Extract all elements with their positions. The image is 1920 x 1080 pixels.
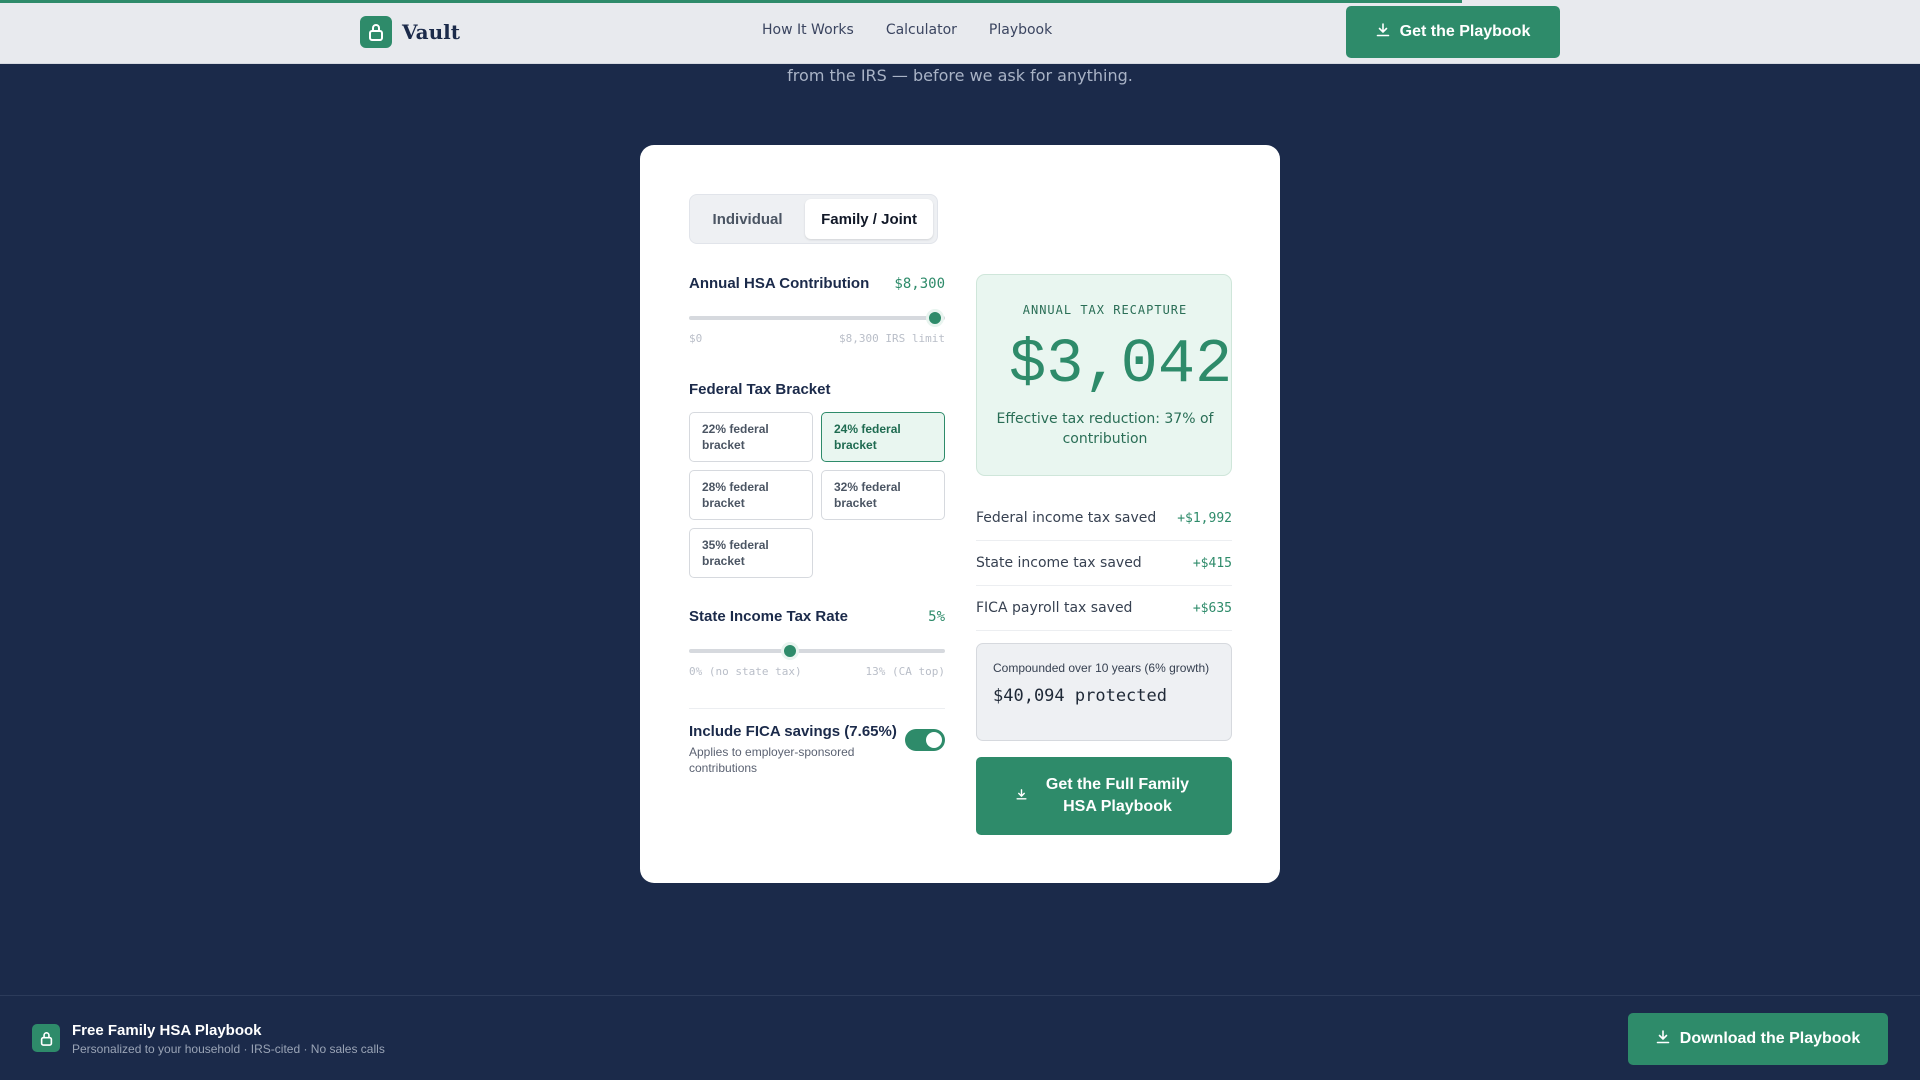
state-tax-scale: 0% (no state tax) 13% (CA top) bbox=[689, 665, 945, 678]
calculator-card: Individual Family / Joint Annual HSA Con… bbox=[640, 145, 1280, 883]
breakdown-fica-label: FICA payroll tax saved bbox=[976, 600, 1133, 616]
result-kicker: ANNUAL TAX RECAPTURE bbox=[1022, 303, 1188, 317]
result-note: Effective tax reduction: 37% of contribu… bbox=[996, 411, 1214, 447]
bracket-options: 22% federal bracket 24% federal bracket … bbox=[689, 412, 945, 578]
brand-name: Vault bbox=[402, 20, 461, 44]
top-header: Vault How It Works Calculator Playbook G… bbox=[0, 0, 1920, 64]
tab-family-joint[interactable]: Family / Joint bbox=[805, 199, 933, 239]
bracket-22[interactable]: 22% federal bracket bbox=[689, 412, 813, 462]
state-tax-slider[interactable] bbox=[689, 641, 945, 661]
breakdown-federal-label: Federal income tax saved bbox=[976, 510, 1157, 526]
bracket-32[interactable]: 32% federal bracket bbox=[821, 470, 945, 520]
breakdown-fica-value: +$635 bbox=[1192, 600, 1232, 616]
sticky-footer-bar: Free Family HSA Playbook Personalized to… bbox=[0, 995, 1920, 1080]
contribution-slider-track[interactable] bbox=[689, 316, 945, 320]
download-icon bbox=[1376, 22, 1390, 42]
nav-playbook[interactable]: Playbook bbox=[989, 22, 1052, 38]
fica-row: Include FICA savings (7.65%) Applies to … bbox=[689, 723, 945, 776]
calculator-inputs: Annual HSA Contribution $8,300 $0 $8,300… bbox=[689, 275, 945, 776]
hero-subline: from the IRS — before we ask for anythin… bbox=[787, 66, 1133, 85]
breakdown-federal-value: +$1,992 bbox=[1177, 510, 1232, 526]
breakdown-row-federal: Federal income tax saved +$1,992 bbox=[976, 496, 1232, 541]
fica-text: Include FICA savings (7.65%) Applies to … bbox=[689, 723, 897, 776]
download-playbook-label: Download the Playbook bbox=[1679, 1030, 1861, 1047]
contribution-value: $8,300 bbox=[894, 275, 945, 292]
lock-icon bbox=[360, 16, 392, 48]
nav-how-it-works[interactable]: How It Works bbox=[762, 22, 854, 38]
download-playbook-button[interactable]: Download the Playbook bbox=[1628, 1013, 1888, 1065]
state-tax-label: State Income Tax Rate bbox=[689, 608, 848, 625]
full-playbook-label: Get the Full Family HSA Playbook bbox=[1045, 776, 1190, 815]
contribution-max-label: $8,300 IRS limit bbox=[839, 332, 945, 345]
lock-icon bbox=[32, 1024, 60, 1052]
contribution-row: Annual HSA Contribution $8,300 bbox=[689, 275, 945, 292]
filing-type-toggle: Individual Family / Joint bbox=[689, 194, 938, 244]
brand-logo[interactable]: Vault bbox=[360, 16, 460, 48]
breakdown-state-label: State income tax saved bbox=[976, 555, 1142, 571]
breakdown-state-value: +$415 bbox=[1192, 555, 1232, 571]
compound-box: Compounded over 10 years (6% growth) $40… bbox=[976, 643, 1232, 741]
bracket-title: Federal Tax Bracket bbox=[689, 381, 831, 398]
state-tax-row: State Income Tax Rate 5% bbox=[689, 608, 945, 625]
tab-individual[interactable]: Individual bbox=[694, 199, 801, 239]
compound-label: Compounded over 10 years (6% growth) bbox=[993, 661, 1210, 675]
state-tax-slider-thumb[interactable] bbox=[780, 642, 799, 660]
full-playbook-button[interactable]: Get the Full Family HSA Playbook bbox=[976, 757, 1232, 835]
get-playbook-button[interactable]: Get the Playbook bbox=[1346, 6, 1560, 58]
fica-toggle-knob bbox=[926, 732, 942, 748]
download-icon bbox=[1015, 785, 1027, 807]
compound-value: $40,094 protected bbox=[993, 686, 1167, 706]
download-icon bbox=[1656, 1029, 1670, 1049]
result-panel: ANNUAL TAX RECAPTURE $3,042 Effective ta… bbox=[976, 274, 1232, 476]
contribution-slider-thumb[interactable] bbox=[925, 309, 944, 327]
scroll-progress-bar bbox=[0, 0, 1462, 3]
bracket-24[interactable]: 24% federal bracket bbox=[821, 412, 945, 462]
contribution-label: Annual HSA Contribution bbox=[689, 275, 870, 292]
footer-title: Free Family HSA Playbook bbox=[72, 1022, 262, 1039]
breakdown-row-fica: FICA payroll tax saved +$635 bbox=[976, 586, 1232, 631]
savings-breakdown: Federal income tax saved +$1,992 State i… bbox=[976, 496, 1232, 631]
footer-subtitle: Personalized to your household · IRS-cit… bbox=[72, 1042, 385, 1056]
state-tax-min-label: 0% (no state tax) bbox=[689, 665, 802, 678]
state-tax-slider-track[interactable] bbox=[689, 649, 945, 653]
fica-toggle[interactable] bbox=[905, 729, 945, 751]
bracket-35[interactable]: 35% federal bracket bbox=[689, 528, 813, 578]
bracket-28[interactable]: 28% federal bracket bbox=[689, 470, 813, 520]
contribution-slider[interactable] bbox=[689, 308, 945, 328]
breakdown-row-state: State income tax saved +$415 bbox=[976, 541, 1232, 586]
result-amount: $3,042 bbox=[1009, 329, 1232, 400]
fica-subtitle: Applies to employer-sponsored contributi… bbox=[689, 745, 855, 775]
contribution-min-label: $0 bbox=[689, 332, 703, 345]
main-nav: How It Works Calculator Playbook bbox=[762, 22, 1052, 38]
get-playbook-label: Get the Playbook bbox=[1399, 23, 1531, 40]
fica-title: Include FICA savings (7.65%) bbox=[689, 723, 897, 740]
contribution-scale: $0 $8,300 IRS limit bbox=[689, 332, 945, 345]
state-tax-value: 5% bbox=[928, 608, 945, 625]
state-tax-max-label: 13% (CA top) bbox=[865, 665, 945, 678]
nav-calculator[interactable]: Calculator bbox=[886, 22, 957, 38]
